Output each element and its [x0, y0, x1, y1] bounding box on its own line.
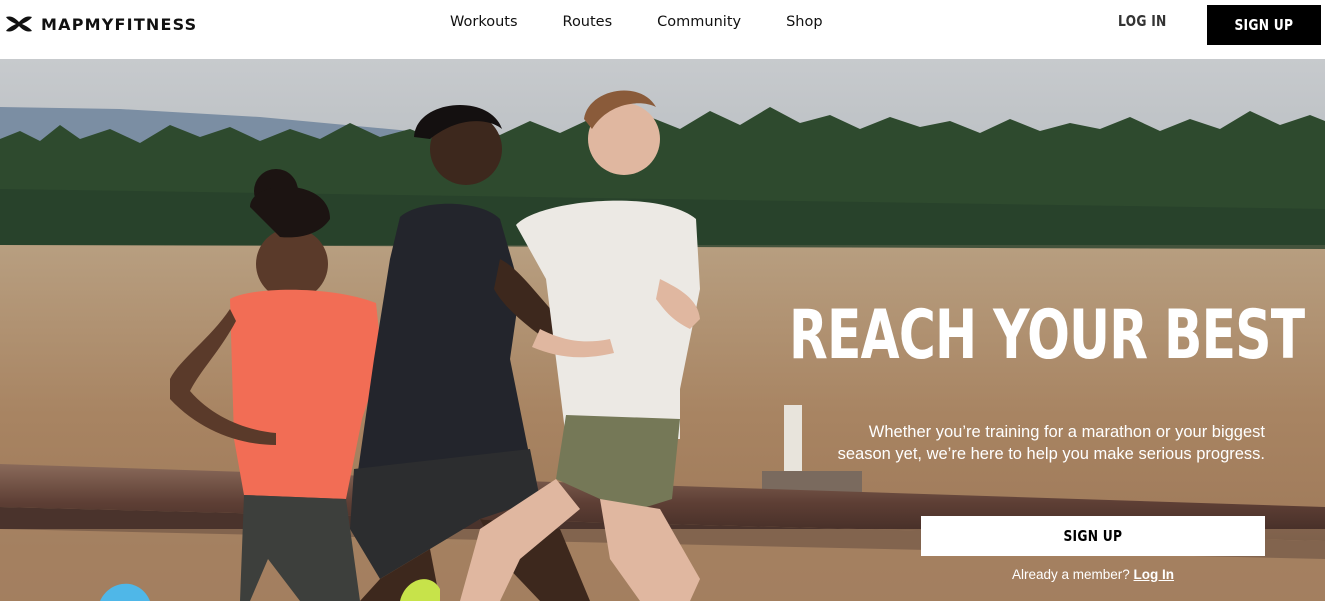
hero-signup-label: SIGN UP [1063, 527, 1123, 545]
nav-community[interactable]: Community [657, 14, 741, 30]
brand-name: MAPMYFITNESS [41, 14, 198, 34]
header-signup-button[interactable]: SIGN UP [1207, 5, 1321, 45]
site-header: MAPMYFITNESS Workouts Routes Community S… [0, 0, 1325, 59]
nav-workouts[interactable]: Workouts [450, 14, 518, 30]
brand-logo[interactable]: MAPMYFITNESS [4, 14, 197, 34]
under-armour-logo-icon [6, 16, 32, 32]
nav-routes[interactable]: Routes [563, 14, 613, 30]
header-signup-label: SIGN UP [1234, 16, 1294, 34]
main-nav: Workouts Routes Community Shop [450, 14, 868, 30]
hero-section: REACH YOUR BEST Whether you’re training … [0, 59, 1325, 601]
member-prompt: Already a member? Log In [921, 567, 1265, 582]
hero-subtitle: Whether you’re training for a marathon o… [820, 421, 1265, 465]
hero-subtitle-line-2: season yet, we’re here to help you make … [837, 445, 1265, 463]
login-link[interactable]: LOG IN [1118, 12, 1167, 30]
hero-login-link[interactable]: Log In [1134, 567, 1175, 582]
hero-subtitle-line-1: Whether you’re training for a marathon o… [868, 423, 1265, 441]
member-text: Already a member? [1011, 567, 1130, 582]
hero-title: REACH YOUR BEST [789, 296, 1305, 375]
nav-shop[interactable]: Shop [786, 14, 822, 30]
hero-signup-button[interactable]: SIGN UP [921, 516, 1265, 556]
